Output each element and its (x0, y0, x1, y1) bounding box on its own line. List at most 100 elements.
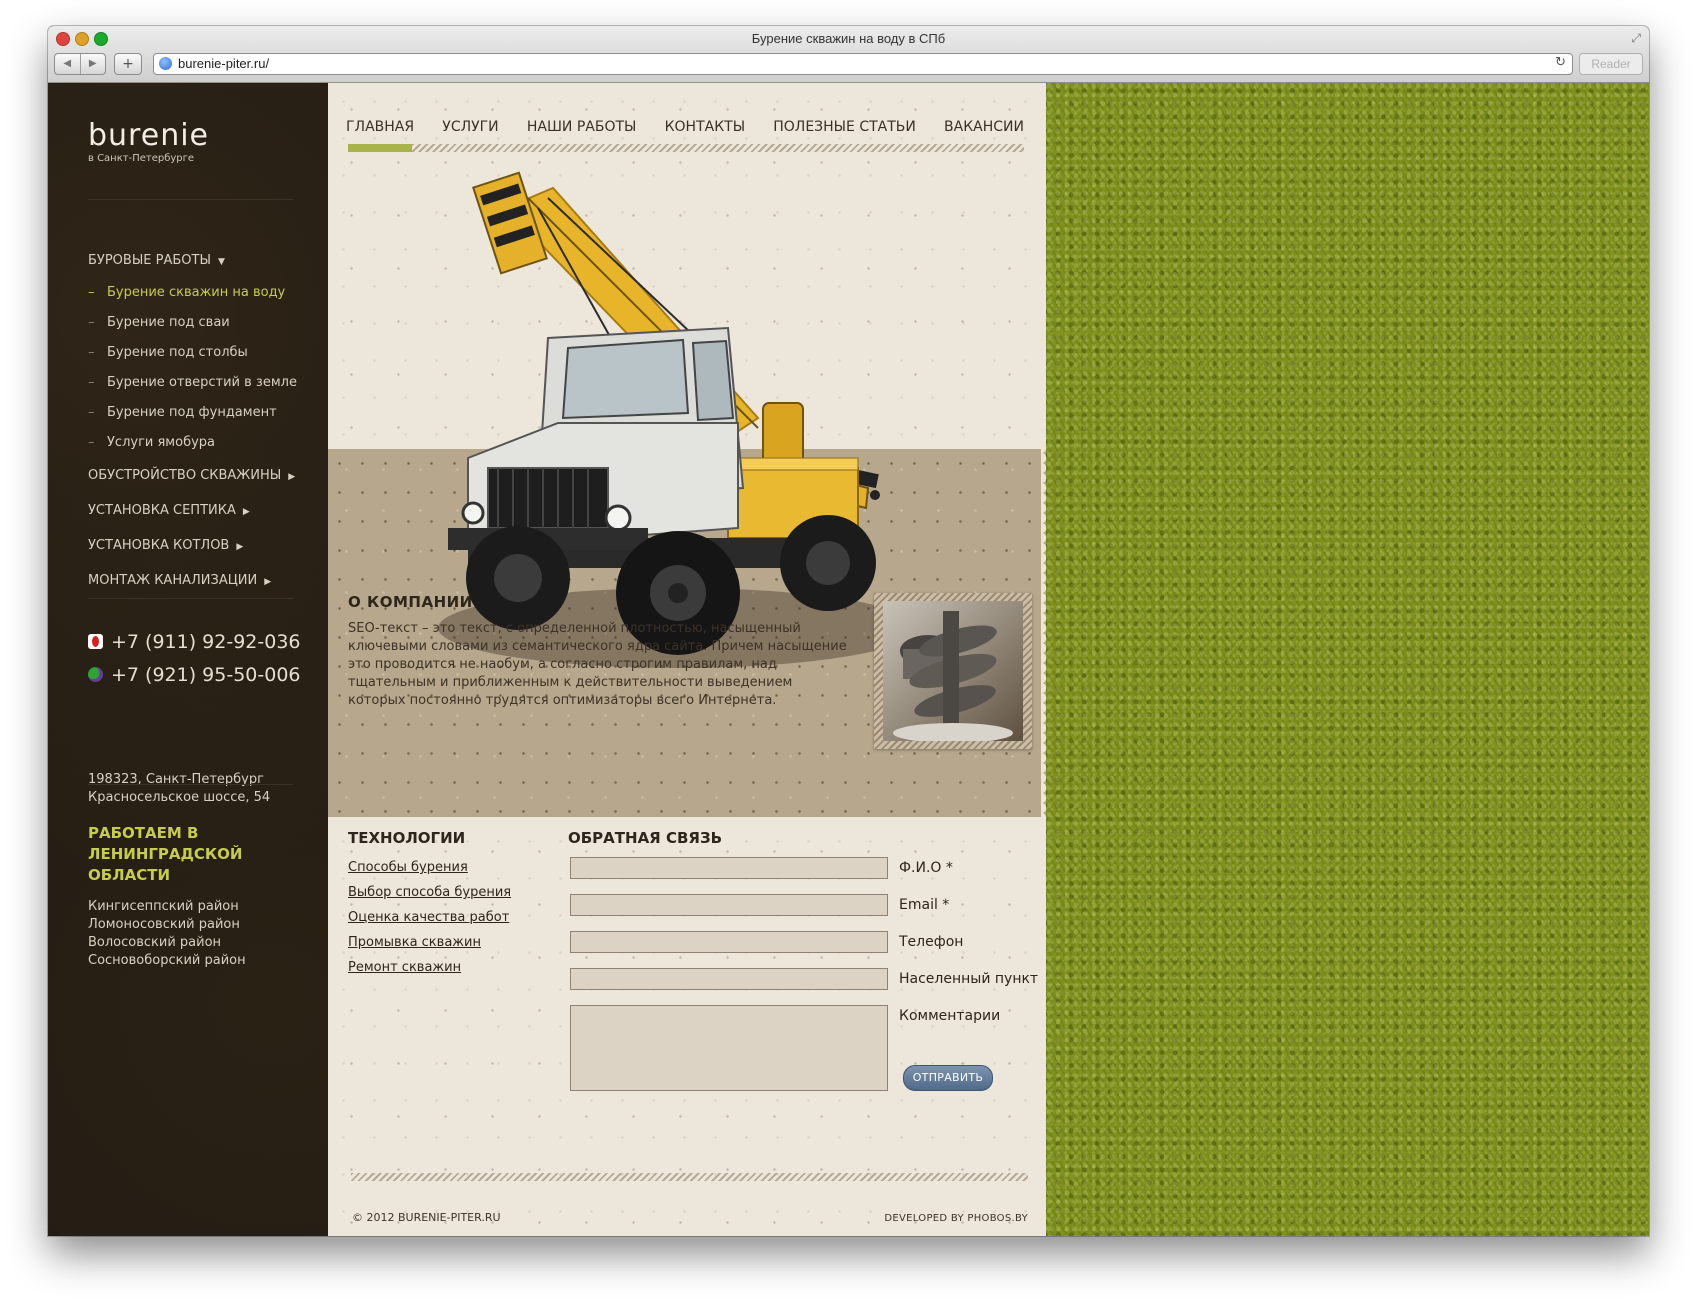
dash-bullet: – (88, 285, 95, 300)
nav-services[interactable]: УСЛУГИ (442, 115, 498, 139)
menu-item-well-setup[interactable]: ОБУСТРОЙСТВО СКВАЖИНЫ ▶ (88, 458, 318, 493)
about-text: SEO-текст – это текст, с определенной пл… (348, 621, 847, 708)
submenu-item-pit-borer[interactable]: – Услуги ямобура (88, 428, 318, 458)
phone-megafon[interactable]: +7 (921) 95-50-006 (88, 662, 301, 688)
address-line: Красносельское шоссе, 54 (88, 790, 271, 805)
address-line: 198323, Санкт-Петербург (88, 772, 264, 787)
submenu-item-holes[interactable]: – Бурение отверстий в земле (88, 368, 318, 398)
name-field[interactable] (570, 857, 888, 879)
menu-item-label: УСТАНОВКА СЕПТИКА (88, 503, 236, 518)
sidebar-menu: БУРОВЫЕ РАБОТЫ ▼ – Бурение скважин на воду… (88, 243, 318, 598)
dash-bullet: – (88, 405, 95, 420)
region-list: Кингисеппский район Ломоносовский район … (88, 898, 246, 970)
copyright: © 2012 BURENIE-PITER.RU (352, 1211, 501, 1224)
tech-link[interactable]: Оценка качества работ (348, 905, 511, 930)
address-bar[interactable]: burenie-piter.ru/ ↻ (153, 53, 1573, 75)
phone-number: +7 (911) 92-92-036 (111, 631, 301, 653)
nav-vacancies[interactable]: ВАКАНСИИ (944, 115, 1024, 139)
region-title: РАБОТАЕМ В ЛЕНИНГРАДСКОЙ ОБЛАСТИ (88, 824, 243, 884)
dash-bullet: – (88, 375, 95, 390)
auger-photo (883, 601, 1023, 743)
phone-number: +7 (921) 95-50-006 (111, 664, 301, 686)
technologies-title: ТЕХНОЛОГИИ (348, 829, 466, 847)
add-bookmark-button[interactable]: + (114, 53, 142, 75)
feedback-title: ОБРАТНАЯ СВЯЗЬ (568, 829, 723, 847)
submenu-item-label: Бурение скважин на воду (107, 285, 286, 300)
window-title: Бурение скважин на воду в СПб (751, 31, 946, 46)
footer-hatched-rule (351, 1173, 1028, 1181)
caret-right-icon: ▶ (288, 472, 296, 482)
comment-label: Комментарии (899, 1008, 1001, 1024)
address: 198323, Санкт-Петербург Красносельское ш… (88, 771, 270, 807)
submenu-item-label: Услуги ямобура (107, 435, 215, 450)
submit-button[interactable]: ОТПРАВИТЬ (903, 1065, 993, 1091)
region-item: Волосовский район (88, 935, 222, 950)
region-item: Кингисеппский район (88, 899, 239, 914)
globe-icon (159, 57, 172, 70)
menu-item-label: УСТАНОВКА КОТЛОВ (88, 538, 230, 553)
fullscreen-icon[interactable]: ⤢ (1631, 31, 1641, 46)
nav-hatched-rule (348, 144, 1024, 152)
logo-text: burenie (88, 121, 209, 149)
reload-icon[interactable]: ↻ (1555, 55, 1566, 70)
nav-active-indicator (348, 144, 412, 152)
technologies-list: Способы бурения Выбор способа бурения Оц… (348, 855, 511, 980)
menu-item-label: ОБУСТРОЙСТВО СКВАЖИНЫ (88, 468, 282, 483)
city-label: Населенный пункт (899, 971, 1039, 987)
submenu-item-label: Бурение отверстий в земле (107, 375, 297, 390)
sidebar-divider (88, 598, 293, 599)
submenu-item-foundation[interactable]: – Бурение под фундамент (88, 398, 318, 428)
sidebar: burenie в Санкт-Петербурге БУРОВЫЕ РАБОТ… (48, 83, 328, 1236)
menu-item-septic[interactable]: УСТАНОВКА СЕПТИКА ▶ (88, 493, 318, 528)
tech-link[interactable]: Выбор способа бурения (348, 880, 511, 905)
caret-right-icon: ▶ (236, 542, 244, 552)
sidebar-divider (88, 199, 293, 200)
submenu-item-water-wells[interactable]: – Бурение скважин на воду (88, 278, 318, 308)
history-buttons: ◀ ▶ (54, 53, 106, 75)
url-text[interactable]: burenie-piter.ru/ (178, 56, 269, 71)
comment-textarea[interactable] (570, 1005, 888, 1091)
menu-item-drilling[interactable]: БУРОВЫЕ РАБОТЫ ▼ (88, 243, 318, 278)
auger-photo-frame[interactable] (874, 593, 1032, 749)
about-title: О КОМПАНИИ (348, 593, 473, 611)
dash-bullet: – (88, 435, 95, 450)
back-button[interactable]: ◀ (55, 54, 80, 74)
submenu-item-label: Бурение под сваи (107, 315, 230, 330)
mts-logo-icon (88, 634, 103, 649)
browser-titlebar: Бурение скважин на воду в СПб ⤢ ◀ ▶ + bu… (48, 26, 1649, 83)
megafon-logo-icon (88, 667, 103, 682)
menu-item-sewage[interactable]: МОНТАЖ КАНАЛИЗАЦИИ ▶ (88, 563, 318, 598)
browser-window: Бурение скважин на воду в СПб ⤢ ◀ ▶ + bu… (48, 26, 1649, 1236)
forward-button[interactable]: ▶ (79, 54, 106, 74)
page-viewport: burenie в Санкт-Петербурге БУРОВЫЕ РАБОТ… (48, 83, 1649, 1236)
phone-label: Телефон (899, 934, 964, 950)
nav-contacts[interactable]: КОНТАКТЫ (665, 115, 745, 139)
sidebar-divider (88, 784, 293, 785)
nav-articles[interactable]: ПОЛЕЗНЫЕ СТАТЬИ (773, 115, 916, 139)
region-item: Ломоносовский район (88, 917, 240, 932)
email-field[interactable] (570, 894, 888, 916)
phone-field[interactable] (570, 931, 888, 953)
caret-right-icon: ▶ (242, 507, 250, 517)
nav-works[interactable]: НАШИ РАБОТЫ (527, 115, 637, 139)
phone-mts[interactable]: +7 (911) 92-92-036 (88, 629, 301, 655)
tech-link[interactable]: Промывка скважин (348, 930, 511, 955)
tech-link[interactable]: Ремонт скважин (348, 955, 511, 980)
city-field[interactable] (570, 968, 888, 990)
tech-link[interactable]: Способы бурения (348, 855, 511, 880)
dash-bullet: – (88, 315, 95, 330)
reader-button[interactable]: Reader (1579, 53, 1643, 75)
main-content: ГЛАВНАЯ УСЛУГИ НАШИ РАБОТЫ КОНТАКТЫ ПОЛЕ… (328, 83, 1051, 1236)
site-logo[interactable]: burenie (88, 121, 294, 149)
nav-home[interactable]: ГЛАВНАЯ (346, 115, 414, 139)
submenu-item-piles[interactable]: – Бурение под сваи (88, 308, 318, 338)
submenu-item-label: Бурение под фундамент (107, 405, 277, 420)
region-item: Сосновоборский район (88, 953, 246, 968)
developer-credit[interactable]: DEVELOPED BY PHOBOS.BY (884, 1213, 1028, 1224)
menu-item-boilers[interactable]: УСТАНОВКА КОТЛОВ ▶ (88, 528, 318, 563)
menu-item-label: БУРОВЫЕ РАБОТЫ (88, 253, 211, 268)
submenu-item-posts[interactable]: – Бурение под столбы (88, 338, 318, 368)
caret-down-icon: ▼ (217, 257, 225, 267)
logo-subtitle: в Санкт-Петербурге (88, 153, 195, 164)
name-label: Ф.И.О * (899, 860, 953, 876)
